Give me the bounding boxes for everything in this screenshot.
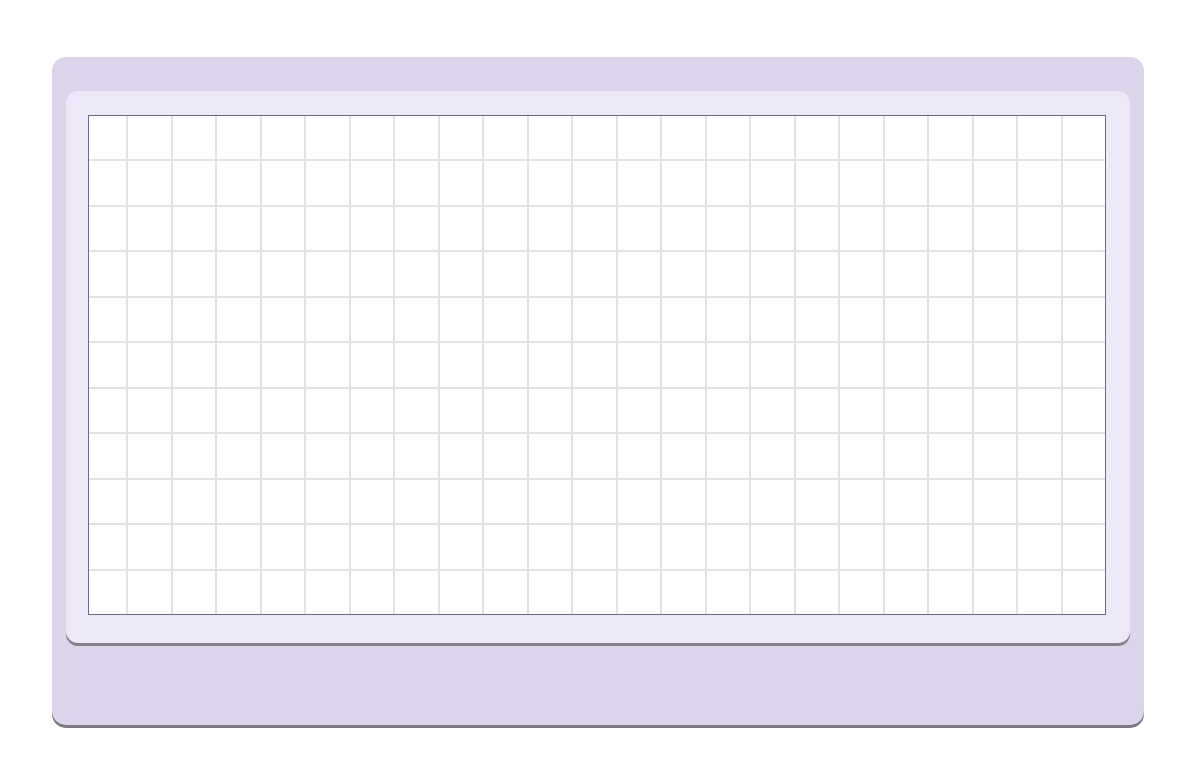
grid-line-vertical	[838, 116, 840, 614]
board-panel	[66, 91, 1130, 643]
grid-line-vertical	[1016, 116, 1018, 614]
grid-line-vertical	[616, 116, 618, 614]
grid-line-vertical	[660, 116, 662, 614]
grid-line-vertical	[883, 116, 885, 614]
grid-line-horizontal	[89, 478, 1105, 480]
grid-line-vertical	[349, 116, 351, 614]
grid-line-vertical	[438, 116, 440, 614]
game-frame	[52, 57, 1144, 725]
grid-line-vertical	[1061, 116, 1063, 614]
grid-line-vertical	[126, 116, 128, 614]
grid-line-horizontal	[89, 432, 1105, 434]
grid-line-horizontal	[89, 523, 1105, 525]
grid-line-vertical	[571, 116, 573, 614]
grid-line-vertical	[794, 116, 796, 614]
grid-line-vertical	[705, 116, 707, 614]
game-board-grid[interactable]	[88, 115, 1106, 615]
grid-line-horizontal	[89, 569, 1105, 571]
grid-line-horizontal	[89, 296, 1105, 298]
grid-line-vertical	[260, 116, 262, 614]
grid-line-vertical	[171, 116, 173, 614]
grid-line-vertical	[972, 116, 974, 614]
grid-line-vertical	[482, 116, 484, 614]
grid-line-horizontal	[89, 205, 1105, 207]
grid-line-vertical	[304, 116, 306, 614]
grid-line-horizontal	[89, 250, 1105, 252]
grid-line-horizontal	[89, 387, 1105, 389]
grid-line-vertical	[749, 116, 751, 614]
grid-line-horizontal	[89, 159, 1105, 161]
grid-line-horizontal	[89, 341, 1105, 343]
grid-line-vertical	[927, 116, 929, 614]
grid-line-vertical	[393, 116, 395, 614]
grid-line-vertical	[527, 116, 529, 614]
grid-line-vertical	[215, 116, 217, 614]
